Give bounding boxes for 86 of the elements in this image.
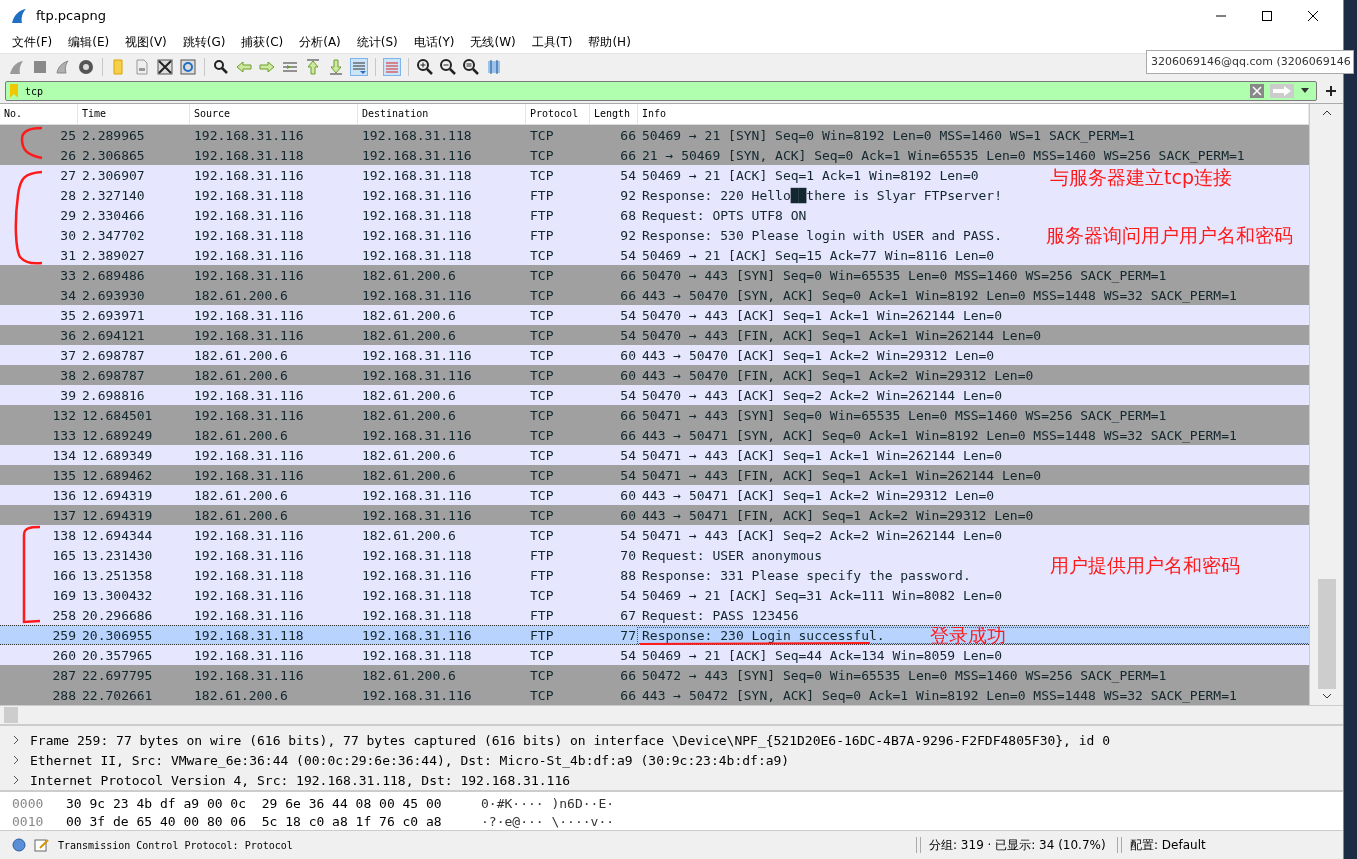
hex-offset: 0000 <box>11 795 45 811</box>
packet-row[interactable]: 25 2.289965 192.168.31.116 192.168.31.118 TCP 66 50469 → 21 [SYN] Seq=0 Win=8192 Len=0 MSS=1460 WS=1 SACK_PERM=1 <box>0 125 1309 145</box>
top-arrow-icon[interactable] <box>304 57 322 76</box>
options-icon[interactable] <box>77 57 95 76</box>
hex-bytes: 00 3f de 65 40 00 80 06 5c 18 c0 a8 1f 76 c0 a8 <box>65 813 443 829</box>
packet-row[interactable]: 260 20.357965 192.168.31.116 192.168.31.118 TCP 54 50469 → 21 [ACK] Seq=44 Ack=134 Win=8059 Len=0 <box>0 645 1309 665</box>
column-header[interactable]: Source <box>190 104 358 124</box>
restart-icon[interactable] <box>54 57 72 76</box>
add-icon[interactable] <box>1325 85 1337 97</box>
zoom-reset-icon[interactable] <box>462 57 480 76</box>
packet-row[interactable]: 287 22.697795 192.168.31.116 182.61.200.6 TCP 66 50472 → 443 [SYN] Seq=0 Win=65535 Len=0 MSS=1460 WS=256 SACK_PERM=1 <box>0 665 1309 685</box>
menu-item[interactable]: 视图(V) <box>117 33 175 51</box>
display-filter-field[interactable]: tcp <box>5 81 1317 101</box>
packet-row[interactable]: 133 12.689249 182.61.200.6 192.168.31.116 TCP 66 443 → 50471 [SYN, ACK] Seq=0 Ack=1 Win=8192 Len=0 MSS=1448 WS=32 SACK_PERM=1 <box>0 425 1309 445</box>
packet-row[interactable]: 36 2.694121 192.168.31.116 182.61.200.6 TCP 54 50470 → 443 [FIN, ACK] Seq=1 Ack=1 Win=262144 Len=0 <box>0 325 1309 345</box>
status-text: Transmission Control Protocol: Protocol <box>58 839 294 851</box>
annotation-text: 服务器询问用户用户名和密码 <box>1046 225 1293 245</box>
status-circle-icon[interactable] <box>12 838 26 852</box>
packet-row[interactable]: 135 12.689462 192.168.31.116 182.61.200.6 TCP 54 50471 → 443 [FIN, ACK] Seq=1 Ack=1 Win=262144 Len=0 <box>0 465 1309 485</box>
tooltip: 3206069146@qq.com (3206069146 <box>1146 50 1354 74</box>
packet-row[interactable]: 132 12.684501 192.168.31.116 182.61.200.6 TCP 66 50471 → 443 [SYN] Seq=0 Win=65535 Len=0 MSS=1460 WS=256 SACK_PERM=1 <box>0 405 1309 425</box>
packet-row[interactable]: 169 13.300432 192.168.31.116 192.168.31.118 TCP 54 50469 → 21 [ACK] Seq=31 Ack=111 Win=8082 Len=0 <box>0 585 1309 605</box>
file-icon[interactable] <box>133 57 151 76</box>
scroll-thumb[interactable] <box>1317 579 1336 689</box>
zoom-out-icon[interactable] <box>439 57 457 76</box>
packet-row[interactable]: 288 22.702661 182.61.200.6 192.168.31.116 TCP 66 443 → 50472 [SYN, ACK] Seq=0 Ack=1 Win=8192 Len=0 MSS=1448 WS=32 SACK_PERM=1 <box>0 685 1309 705</box>
column-header[interactable]: Length <box>590 104 638 124</box>
packet-row[interactable]: 31 2.389027 192.168.31.116 192.168.31.118 TCP 54 50469 → 21 [ACK] Seq=15 Ack=77 Win=8116 Len=0 <box>0 245 1309 265</box>
horizontal-scrollbar[interactable] <box>0 705 1343 724</box>
menu-item[interactable]: 统计(S) <box>348 33 406 51</box>
column-header[interactable]: No. <box>0 104 78 124</box>
menu-item[interactable]: 无线(W) <box>462 33 524 51</box>
hex-bytes: 30 9c 23 4b df a9 00 0c 29 6e 36 44 08 00 45 00 <box>65 795 443 811</box>
edit-note-icon[interactable] <box>34 838 50 852</box>
colorize-icon[interactable] <box>383 57 401 76</box>
detail-line[interactable]: Ethernet II, Src: VMware_6e:36:44 (00:0c:29:6e:36:44), Dst: Micro-St_4b:df:a9 (30:9c:23:4b:df:a9) <box>30 752 790 768</box>
profile-label[interactable]: 配置: Default <box>1130 836 1206 854</box>
packet-row[interactable]: 34 2.693930 182.61.200.6 192.168.31.116 TCP 66 443 → 50470 [SYN, ACK] Seq=0 Ack=1 Win=8192 Len=0 MSS=1448 WS=32 SACK_PERM=1 <box>0 285 1309 305</box>
packet-counts: 分组: 319 · 已显示: 34 (10.7%) <box>929 836 1107 854</box>
menu-item[interactable]: 分析(A) <box>291 33 349 51</box>
packet-row[interactable]: 137 12.694319 182.61.200.6 192.168.31.116 TCP 60 443 → 50471 [FIN, ACK] Seq=1 Ack=2 Win=29312 Len=0 <box>0 505 1309 525</box>
menu-item[interactable]: 文件(F) <box>4 33 61 51</box>
search-icon[interactable] <box>212 57 230 76</box>
packet-row[interactable]: 39 2.698816 192.168.31.116 182.61.200.6 TCP 54 50470 → 443 [ACK] Seq=2 Ack=2 Win=262144 Len=0 <box>0 385 1309 405</box>
packet-row[interactable]: 258 20.296686 192.168.31.116 192.168.31.118 FTP 67 Request: PASS 123456 <box>0 605 1309 625</box>
column-header[interactable]: Protocol <box>526 104 590 124</box>
packet-row[interactable]: 33 2.689486 192.168.31.116 182.61.200.6 TCP 66 50470 → 443 [SYN] Seq=0 Win=65535 Len=0 MSS=1460 WS=256 SACK_PERM=1 <box>0 265 1309 285</box>
reload-icon[interactable] <box>179 57 197 76</box>
menu-item[interactable]: 跳转(G) <box>174 33 234 51</box>
packet-row[interactable]: 37 2.698787 182.61.200.6 192.168.31.116 TCP 60 443 → 50470 [ACK] Seq=1 Ack=2 Win=29312 Len=0 <box>0 345 1309 365</box>
column-header[interactable]: Time <box>78 104 190 124</box>
packet-row[interactable]: 134 12.689349 192.168.31.116 182.61.200.6 TCP 54 50471 → 443 [ACK] Seq=1 Ack=1 Win=262144 Len=0 <box>0 445 1309 465</box>
menu-item[interactable]: 帮助(H) <box>580 33 639 51</box>
annotation-text: 登录成功 <box>930 625 1006 645</box>
app-logo-icon <box>10 6 28 25</box>
scroll-down-icon[interactable] <box>1321 693 1332 699</box>
annotation-text: 与服务器建立tcp连接 <box>1050 167 1232 187</box>
scrollbar[interactable] <box>1309 104 1343 705</box>
resize-columns-icon[interactable] <box>485 57 503 76</box>
menu-item[interactable]: 捕获(C) <box>233 33 292 51</box>
maximize-icon[interactable] <box>1261 9 1273 22</box>
hex-ascii: ·?·e@··· \····v·· <box>481 813 615 829</box>
window-title: ftp.pcapng <box>36 8 106 23</box>
clear-icon[interactable] <box>1250 84 1264 98</box>
detail-line[interactable]: Frame 259: 77 bytes on wire (616 bits), 77 bytes captured (616 bits) on interface \Device\NPF_{521D20E6-16DC-4B7A-9296-F2FDF4805F30}, id 0 <box>30 732 1111 748</box>
packet-row[interactable]: 38 2.698787 182.61.200.6 192.168.31.116 TCP 60 443 → 50470 [FIN, ACK] Seq=1 Ack=2 Win=29312 Len=0 <box>0 365 1309 385</box>
close-icon[interactable] <box>1307 9 1319 22</box>
packet-row[interactable]: 26 2.306865 192.168.31.118 192.168.31.116 TCP 66 21 → 50469 [SYN, ACK] Seq=0 Ack=1 Win=65535 Len=0 MSS=1460 WS=256 SACK_PERM=1 <box>0 145 1309 165</box>
autoscroll-icon[interactable] <box>350 57 368 76</box>
zoom-in-icon[interactable] <box>416 57 434 76</box>
detail-line[interactable]: Internet Protocol Version 4, Src: 192.168.31.118, Dst: 192.168.31.116 <box>30 772 571 788</box>
close-file-icon[interactable] <box>156 57 174 76</box>
scroll-up-icon[interactable] <box>1321 110 1332 116</box>
bottom-arrow-icon[interactable] <box>327 57 345 76</box>
dropdown-caret-icon[interactable] <box>1300 88 1310 94</box>
packet-row[interactable]: 35 2.693971 192.168.31.116 182.61.200.6 TCP 54 50470 → 443 [ACK] Seq=1 Ack=1 Win=262144 Len=0 <box>0 305 1309 325</box>
packet-row[interactable]: 29 2.330466 192.168.31.116 192.168.31.118 FTP 68 Request: OPTS UTF8 ON <box>0 205 1309 225</box>
packet-row[interactable]: 136 12.694319 182.61.200.6 192.168.31.116 TCP 60 443 → 50471 [ACK] Seq=1 Ack=2 Win=29312 Len=0 <box>0 485 1309 505</box>
menu-item[interactable]: 电话(Y) <box>405 33 463 51</box>
column-header[interactable]: Destination <box>358 104 526 124</box>
menu-item[interactable]: 编辑(E) <box>60 33 118 51</box>
menu-item[interactable]: 工具(T) <box>523 33 581 51</box>
hex-offset: 0010 <box>11 813 45 829</box>
bracket-mark <box>20 126 43 160</box>
packet-row[interactable]: 138 12.694344 192.168.31.116 182.61.200.6 TCP 54 50471 → 443 [ACK] Seq=2 Ack=2 Win=262144 Len=0 <box>0 525 1309 545</box>
hex-ascii: 0·#K···· )n6D··E· <box>481 795 615 811</box>
